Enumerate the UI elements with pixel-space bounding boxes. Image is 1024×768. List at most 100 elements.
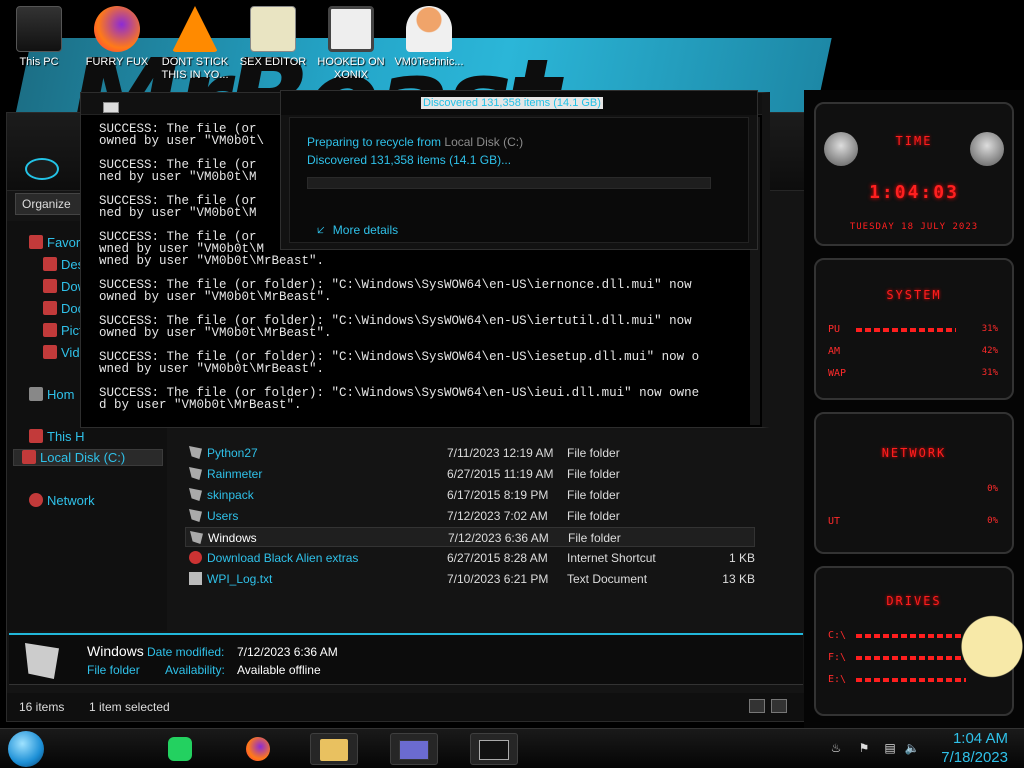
desktop-icon-hooked-on-xonix[interactable]: HOOKED ON XONIX: [312, 4, 390, 82]
gadget-row-label: AM: [828, 346, 841, 357]
desktop-icon-label: VM0Technic...: [394, 56, 464, 68]
taskbar-spotify-button[interactable]: [156, 733, 204, 765]
desktop-icon-this-pc[interactable]: This PC: [0, 4, 78, 69]
drive-icon: [22, 450, 36, 464]
file-date: 7/10/2023 6:21 PM: [447, 572, 549, 586]
cmd-icon: [479, 740, 509, 760]
nav-local-disk-c[interactable]: Local Disk (C:): [13, 449, 163, 466]
nav-pictures[interactable]: Pict: [43, 323, 83, 338]
gadget-row-value: 0%: [987, 484, 998, 494]
internet-shortcut-icon: [189, 551, 202, 564]
taskbar-control-panel-button[interactable]: [390, 733, 438, 765]
table-row[interactable]: skinpack 6/17/2015 8:19 PM File folder: [185, 485, 755, 505]
control-panel-icon: [399, 740, 429, 760]
cpu-usage-bar: [856, 328, 956, 332]
file-date: 6/27/2015 11:19 AM: [447, 467, 554, 481]
gadget-row-label: WAP: [828, 368, 847, 379]
nav-desktop[interactable]: Des: [43, 257, 84, 272]
desktop-icon-vm0technic[interactable]: VM0Technic...: [390, 4, 468, 69]
nav-this-pc[interactable]: This H: [29, 429, 85, 444]
gadget-row-value: 0%: [987, 516, 998, 526]
drive-usage-bar: [856, 678, 966, 682]
progress-bar: [307, 177, 711, 189]
gadget-date: TUESDAY 18 JULY 2023: [849, 222, 979, 232]
desktop-icon-label: HOOKED ON XONIX: [317, 56, 385, 81]
start-button[interactable]: [8, 731, 44, 767]
desktop-icon-label: SEX EDITOR: [239, 56, 307, 68]
file-type: Internet Shortcut: [567, 551, 656, 565]
gadget-clock: 1:04:03: [869, 182, 959, 203]
desktop-icon: [43, 257, 57, 271]
file-name: Rainmeter: [207, 467, 263, 481]
desktop-icon-dont-stick[interactable]: DONT STICK THIS IN YO...: [156, 4, 234, 82]
cmd-icon: [103, 102, 119, 113]
time-gadget[interactable]: TIME 1:04:03 TUESDAY 18 JULY 2023: [814, 102, 1014, 246]
nav-homegroup[interactable]: Hom: [29, 387, 74, 402]
nav-label: This H: [47, 429, 85, 444]
dialog-title: Discovered 131,358 items (14.1 GB): [421, 97, 603, 109]
desktop-icon-label: DONT STICK THIS IN YO...: [161, 56, 229, 81]
spotify-icon: [168, 737, 192, 761]
details-availability-label: Availability:: [165, 663, 225, 677]
file-size: 13 KB: [722, 572, 755, 586]
table-row[interactable]: Rainmeter 6/27/2015 11:19 AM File folder: [185, 464, 755, 484]
file-date: 6/27/2015 8:28 AM: [447, 551, 548, 565]
details-modified-label: Date modified:: [147, 645, 225, 659]
details-modified-value: 7/12/2023 6:36 AM: [237, 645, 338, 659]
file-name: Python27: [207, 446, 258, 460]
drive-usage-bar: [856, 656, 966, 660]
drive-usage-bar: [856, 634, 966, 638]
nav-network[interactable]: Network: [29, 493, 95, 508]
desktop-icon-sex-editor[interactable]: SEX EDITOR: [234, 4, 312, 69]
taskbar-cmd-button[interactable]: [470, 733, 518, 765]
file-name: Users: [207, 509, 239, 523]
details-pane: Windows File folder Date modified: 7/12/…: [9, 633, 803, 685]
file-date: 7/12/2023 7:02 AM: [447, 509, 548, 523]
details-view-icon[interactable]: [749, 699, 765, 713]
recycle-progress-dialog[interactable]: Discovered 131,358 items (14.1 GB) Prepa…: [280, 90, 758, 250]
network-icon[interactable]: ▤: [882, 741, 898, 755]
taskbar: ♨ ⚑ ▤ 🔈 1:04 AM 7/18/2023: [0, 728, 1024, 768]
folder-icon: [189, 488, 202, 501]
flag-icon[interactable]: ⚑: [856, 741, 872, 755]
desktop-icon-label: FURRY FUX: [85, 56, 149, 68]
drive-label: F:\: [828, 652, 847, 663]
file-name: WPI_Log.txt: [207, 572, 273, 586]
chevron-down-icon: 🡧: [317, 223, 325, 237]
taskbar-firefox-button[interactable]: [234, 733, 282, 765]
taskbar-explorer-button[interactable]: [310, 733, 358, 765]
pictures-icon: [43, 323, 57, 337]
progress-source: Local Disk (C:): [444, 135, 524, 149]
table-row[interactable]: Python27 7/11/2023 12:19 AM File folder: [185, 443, 755, 463]
file-date: 7/12/2023 6:36 AM: [448, 531, 549, 545]
table-row[interactable]: Users 7/12/2023 7:02 AM File folder: [185, 506, 755, 526]
folder-thumbnail-icon: [25, 643, 59, 679]
alien-logo-icon: [25, 158, 59, 180]
desktop-icon-furry-fux[interactable]: FURRY FUX: [78, 4, 156, 69]
progress-status-prefix: Preparing to recycle from: [307, 135, 442, 149]
table-row-selected[interactable]: Windows 7/12/2023 6:36 AM File folder: [185, 527, 755, 547]
more-details-button[interactable]: 🡧 More details: [317, 221, 398, 242]
nav-favorites[interactable]: Favor: [29, 235, 80, 250]
computer-icon: [16, 6, 62, 52]
network-gadget[interactable]: NETWORK 0% UT 0%: [814, 412, 1014, 554]
system-gadget[interactable]: SYSTEM PU 31% AM 42% WAP 31%: [814, 258, 1014, 400]
drive-label: E:\: [828, 674, 847, 685]
volume-icon[interactable]: 🔈: [904, 741, 920, 755]
organize-button[interactable]: Organize: [15, 193, 85, 215]
gadget-row-value: 31%: [981, 324, 998, 334]
technician-avatar-icon: [406, 6, 452, 52]
gadget-row-label: UT: [828, 516, 841, 527]
taskbar-clock[interactable]: 1:04 AM 7/18/2023: [941, 729, 1008, 767]
large-icons-view-icon[interactable]: [771, 699, 787, 713]
nav-documents[interactable]: Doc: [43, 301, 84, 316]
table-row[interactable]: Download Black Alien extras 6/27/2015 8:…: [185, 548, 755, 568]
gadget-row-value: 31%: [981, 368, 998, 378]
vlc-cone-icon: [172, 6, 218, 52]
table-row[interactable]: WPI_Log.txt 7/10/2023 6:21 PM Text Docum…: [185, 569, 755, 589]
status-selected-count: 1 item selected: [89, 700, 170, 714]
computer-icon: [29, 429, 43, 443]
dialog-titlebar[interactable]: Discovered 131,358 items (14.1 GB): [281, 91, 757, 115]
folder-icon: [189, 446, 202, 459]
java-icon[interactable]: ♨: [828, 741, 844, 755]
